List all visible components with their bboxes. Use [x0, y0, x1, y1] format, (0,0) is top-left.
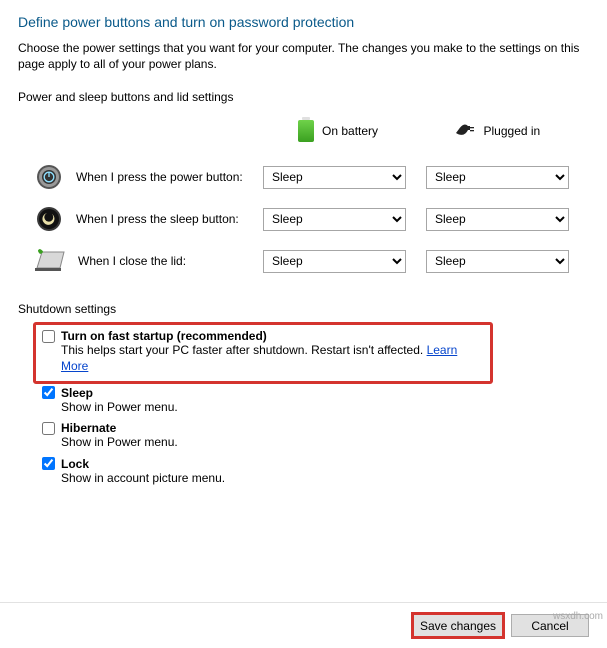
lock-option: Lock Show in account picture menu. [36, 455, 589, 491]
power-button-plugged-select[interactable]: Sleep [426, 166, 569, 189]
fast-startup-title: Turn on fast startup (recommended) [61, 329, 267, 343]
sleep-checkbox[interactable] [42, 386, 55, 399]
sleep-button-icon [34, 202, 64, 236]
sleep-button-row: When I press the sleep button: Sleep Sle… [18, 198, 589, 240]
page-title: Define power buttons and turn on passwor… [18, 14, 589, 30]
watermark: wsxdh.com [553, 611, 603, 622]
laptop-lid-icon [34, 244, 66, 278]
sleep-option: Sleep Show in Power menu. [36, 384, 589, 420]
section-shutdown-label: Shutdown settings [18, 302, 589, 316]
close-lid-label: When I close the lid: [78, 254, 263, 268]
sleep-title: Sleep [61, 386, 93, 400]
close-lid-battery-select[interactable]: Sleep [263, 250, 406, 273]
on-battery-header: On battery [322, 124, 378, 138]
hibernate-checkbox[interactable] [42, 422, 55, 435]
battery-icon [298, 120, 314, 142]
sleep-button-battery-select[interactable]: Sleep [263, 208, 406, 231]
close-lid-row: When I close the lid: Sleep Sleep [18, 240, 589, 282]
sleep-desc: Show in Power menu. [61, 400, 583, 416]
hibernate-option: Hibernate Show in Power menu. [36, 419, 589, 455]
power-button-icon [34, 160, 64, 194]
plugged-in-header: Plugged in [484, 124, 541, 138]
power-button-label: When I press the power button: [76, 170, 263, 184]
save-changes-button[interactable]: Save changes [413, 614, 503, 637]
button-bar: Save changes Cancel [0, 602, 607, 648]
close-lid-plugged-select[interactable]: Sleep [426, 250, 569, 273]
lock-desc: Show in account picture menu. [61, 471, 583, 487]
fast-startup-option-highlighted: Turn on fast startup (recommended) This … [33, 322, 493, 383]
fast-startup-checkbox[interactable] [42, 330, 55, 343]
sleep-button-label: When I press the sleep button: [76, 212, 263, 226]
page-subtitle: Choose the power settings that you want … [18, 40, 589, 72]
power-button-battery-select[interactable]: Sleep [263, 166, 406, 189]
fast-startup-desc: This helps start your PC faster after sh… [61, 343, 427, 357]
lock-title: Lock [61, 457, 89, 471]
lock-checkbox[interactable] [42, 457, 55, 470]
plug-icon [454, 124, 476, 138]
hibernate-title: Hibernate [61, 421, 116, 435]
section-power-sleep-label: Power and sleep buttons and lid settings [18, 90, 589, 104]
power-button-row: When I press the power button: Sleep Sle… [18, 156, 589, 198]
column-headers: On battery Plugged in [298, 112, 589, 156]
sleep-button-plugged-select[interactable]: Sleep [426, 208, 569, 231]
hibernate-desc: Show in Power menu. [61, 435, 583, 451]
